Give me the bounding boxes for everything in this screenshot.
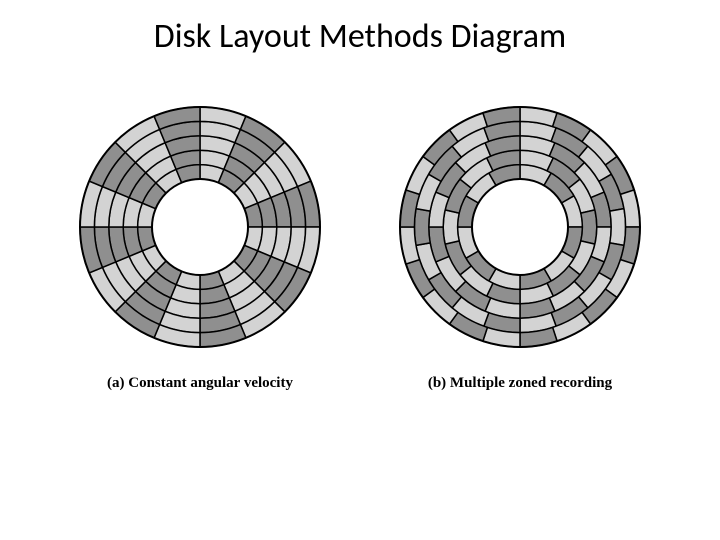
disk-cav bbox=[70, 97, 330, 357]
panel-mzr: (b) Multiple zoned recording bbox=[390, 97, 650, 392]
caption-b: (b) Multiple zoned recording bbox=[428, 375, 612, 392]
page-title: Disk Layout Methods Diagram bbox=[0, 0, 720, 57]
caption-a: (a) Constant angular velocity bbox=[107, 375, 293, 392]
diagram-row: (a) Constant angular velocity (b) Multip… bbox=[0, 97, 720, 392]
disk-mzr bbox=[390, 97, 650, 357]
panel-cav: (a) Constant angular velocity bbox=[70, 97, 330, 392]
